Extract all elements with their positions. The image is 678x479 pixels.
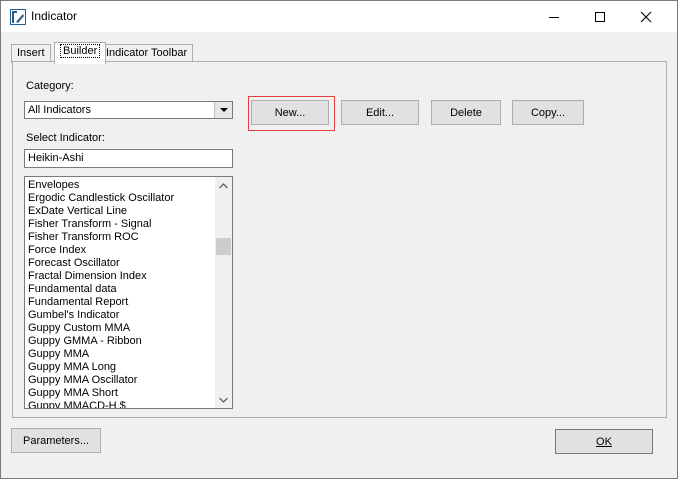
indicator-search-input[interactable]: Heikin-Ashi (24, 149, 233, 168)
ok-button-label: OK (596, 435, 612, 448)
category-dropdown[interactable]: All Indicators (24, 101, 233, 119)
delete-button[interactable]: Delete (431, 100, 501, 125)
list-item[interactable]: Guppy MMA Short (28, 387, 214, 400)
tab-insert-label: Insert (17, 47, 45, 59)
tab-indicator-toolbar-label: Indicator Toolbar (106, 47, 188, 59)
list-item[interactable]: Guppy Custom MMA (28, 322, 214, 335)
list-item[interactable]: Fundamental data (28, 283, 214, 296)
maximize-icon (595, 11, 605, 22)
title-bar: Indicator (1, 1, 677, 32)
parameters-button-label: Parameters... (22, 434, 90, 447)
indicator-app-icon (10, 9, 26, 25)
window-title: Indicator (31, 9, 78, 23)
list-item[interactable]: Guppy MMACD-H $ (28, 400, 214, 408)
select-indicator-label: Select Indicator: (26, 132, 105, 144)
copy-button-label: Copy... (530, 106, 566, 119)
list-item[interactable]: Guppy MMA (28, 348, 214, 361)
list-item[interactable]: Fisher Transform ROC (28, 231, 214, 244)
delete-button-label: Delete (450, 106, 482, 119)
ok-button[interactable]: OK (555, 429, 653, 454)
tab-builder-label: Builder (60, 44, 101, 58)
parameters-button[interactable]: Parameters... (11, 428, 101, 453)
scroll-down-icon[interactable] (215, 391, 232, 408)
list-item[interactable]: Guppy MMA Oscillator (28, 374, 214, 387)
new-button[interactable]: New... (251, 100, 329, 125)
category-value: All Indicators (28, 104, 91, 116)
list-item[interactable]: Envelopes (28, 179, 214, 192)
dropdown-arrow-icon[interactable] (214, 102, 232, 118)
list-item[interactable]: ExDate Vertical Line (28, 205, 214, 218)
minimize-button[interactable] (531, 1, 577, 32)
close-button[interactable] (623, 1, 669, 32)
maximize-button[interactable] (577, 1, 623, 32)
close-icon (640, 11, 652, 22)
list-item[interactable]: Ergodic Candlestick Oscillator (28, 192, 214, 205)
list-item[interactable]: Fractal Dimension Index (28, 270, 214, 283)
indicator-listbox[interactable]: Envelopes Ergodic Candlestick Oscillator… (24, 176, 233, 409)
list-item[interactable]: Forecast Oscillator (28, 257, 214, 270)
copy-button[interactable]: Copy... (512, 100, 584, 125)
category-label: Category: (26, 80, 74, 92)
edit-button[interactable]: Edit... (341, 100, 419, 125)
list-item[interactable]: Gumbel's Indicator (28, 309, 214, 322)
indicator-search-value: Heikin-Ashi (28, 152, 84, 164)
minimize-icon (549, 16, 559, 18)
list-item[interactable]: Guppy MMA Long (28, 361, 214, 374)
new-button-label: New... (274, 106, 306, 119)
list-item[interactable]: Guppy GMMA - Ribbon (28, 335, 214, 348)
list-item[interactable]: Fisher Transform - Signal (28, 218, 214, 231)
scroll-up-icon[interactable] (215, 177, 232, 194)
list-item[interactable]: Force Index (28, 244, 214, 257)
indicator-list: Envelopes Ergodic Candlestick Oscillator… (28, 179, 214, 408)
edit-button-label: Edit... (365, 106, 395, 119)
indicator-window: Indicator Insert Builder Indicator Toolb… (0, 0, 678, 479)
tab-builder[interactable]: Builder (54, 42, 107, 64)
list-item[interactable]: Fundamental Report (28, 296, 214, 309)
list-scrollbar[interactable] (215, 177, 232, 408)
scrollbar-thumb[interactable] (216, 238, 231, 255)
